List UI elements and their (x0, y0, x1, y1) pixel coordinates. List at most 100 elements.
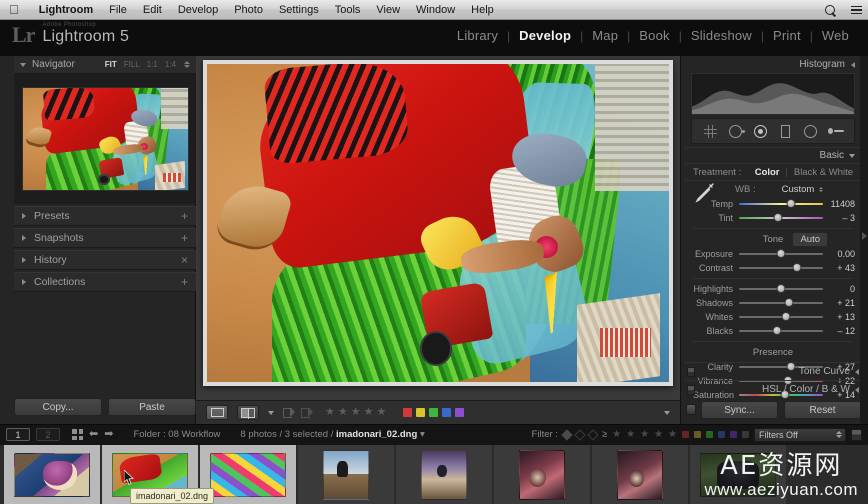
filmstrip-thumb-6[interactable] (494, 445, 590, 504)
slider-exposure[interactable]: Exposure 0.00 (685, 247, 861, 261)
exposure-value[interactable]: 0.00 (823, 249, 855, 259)
identity-plate[interactable]: Lr Adobe Photoshop Lightroom 5 (12, 22, 129, 48)
filmstrip-thumb-4[interactable] (298, 445, 394, 504)
navigator-preview[interactable] (14, 74, 196, 204)
filmstrip-thumb-1[interactable] (4, 445, 100, 504)
toolbar-chevron-down-icon[interactable] (664, 410, 670, 415)
graduated-filter-icon[interactable] (778, 123, 794, 139)
main-photo[interactable] (203, 60, 673, 386)
color-label-yellow[interactable] (416, 408, 426, 417)
treatment-color[interactable]: Color (755, 167, 780, 178)
star-3[interactable]: ★ (351, 407, 361, 418)
zoom-stepper[interactable] (184, 61, 190, 68)
module-slideshow[interactable]: Slideshow (682, 28, 761, 43)
filter-color-blue[interactable] (718, 431, 725, 438)
sidebar-item-snapshots[interactable]: Snapshots + (14, 228, 196, 248)
filter-star-1[interactable]: ★ (612, 429, 621, 440)
slider-whites[interactable]: Whites + 13 (685, 310, 861, 324)
menu-edit[interactable]: Edit (135, 0, 170, 20)
filmstrip-thumb-8[interactable] (690, 445, 786, 504)
star-4[interactable]: ★ (364, 407, 374, 418)
module-develop[interactable]: Develop (510, 28, 580, 43)
flag-pick-icon[interactable] (283, 407, 295, 418)
zoom-fill[interactable]: FILL (124, 60, 140, 69)
star-2[interactable]: ★ (338, 407, 348, 418)
loupe-view-button[interactable] (206, 405, 228, 420)
menu-help[interactable]: Help (463, 0, 502, 20)
arrow-left-icon[interactable]: ⬅ (89, 429, 98, 440)
wb-stepper[interactable] (819, 186, 824, 192)
spot-removal-icon[interactable] (728, 123, 745, 139)
color-label-green[interactable] (429, 408, 439, 417)
search-icon[interactable] (824, 4, 837, 17)
flag-reject-icon[interactable] (301, 407, 313, 418)
tone-curve-switch-icon[interactable] (687, 367, 695, 377)
flag-unflagged-filter-icon[interactable] (574, 428, 586, 441)
filmstrip-thumb-7[interactable] (592, 445, 688, 504)
menu-tools[interactable]: Tools (327, 0, 369, 20)
filter-color-red[interactable] (682, 431, 689, 438)
flag-reject-filter-icon[interactable] (587, 428, 599, 441)
crop-overlay-icon[interactable] (703, 123, 719, 139)
menu-file[interactable]: File (101, 0, 135, 20)
filter-lock-icon[interactable] (851, 428, 862, 441)
module-book[interactable]: Book (630, 28, 678, 43)
menu-window[interactable]: Window (408, 0, 463, 20)
filter-star-5[interactable]: ★ (668, 429, 677, 440)
history-clear-icon[interactable]: × (181, 254, 188, 266)
slider-highlights[interactable]: Highlights 0 (685, 282, 861, 296)
hsl-color-bw-header[interactable]: HSL / Color / B & W (685, 380, 865, 398)
sidebar-item-collections[interactable]: Collections + (14, 272, 196, 292)
star-rating[interactable]: ★ ★ ★ ★ ★ (325, 407, 386, 418)
before-after-button[interactable] (237, 405, 259, 420)
filter-color-green[interactable] (706, 431, 713, 438)
filter-color-purple[interactable] (730, 431, 737, 438)
chevron-down-icon[interactable]: ▾ (420, 429, 425, 440)
module-library[interactable]: Library (448, 28, 507, 43)
zoom-fit[interactable]: FIT (105, 60, 117, 69)
red-eye-icon[interactable] (753, 123, 769, 139)
histogram-header[interactable]: Histogram (685, 56, 861, 73)
folder-label[interactable]: Folder : 08 Workflow (133, 429, 220, 440)
sidebar-item-history[interactable]: History × (14, 250, 196, 270)
filter-star-4[interactable]: ★ (654, 429, 663, 440)
menu-develop[interactable]: Develop (170, 0, 226, 20)
list-icon[interactable] (849, 4, 862, 17)
filter-star-3[interactable]: ★ (640, 429, 649, 440)
color-label-purple[interactable] (455, 408, 465, 417)
star-5[interactable]: ★ (377, 407, 387, 418)
arrow-right-icon[interactable]: ➡ (104, 429, 113, 440)
module-web[interactable]: Web (813, 28, 858, 43)
module-map[interactable]: Map (583, 28, 627, 43)
sync-button[interactable]: Sync... (701, 401, 778, 419)
filter-color-yellow[interactable] (694, 431, 701, 438)
adjustment-brush-icon[interactable] (827, 123, 844, 139)
module-print[interactable]: Print (764, 28, 810, 43)
slider-blacks[interactable]: Blacks – 12 (685, 324, 861, 338)
reset-button[interactable]: Reset (784, 401, 861, 419)
filter-color-none[interactable] (742, 431, 749, 438)
paste-button[interactable]: Paste (108, 398, 196, 416)
slider-contrast[interactable]: Contrast + 43 (685, 261, 861, 275)
collections-add-icon[interactable]: + (181, 276, 188, 288)
wb-value[interactable]: Custom (782, 184, 815, 195)
flag-pick-filter-icon[interactable] (561, 428, 573, 441)
copy-button[interactable]: Copy... (14, 398, 102, 416)
grid-view-icon[interactable] (72, 429, 83, 440)
white-balance-selector-icon[interactable] (693, 180, 717, 204)
filter-star-2[interactable]: ★ (626, 429, 635, 440)
menu-settings[interactable]: Settings (271, 0, 327, 20)
tone-auto-button[interactable]: Auto (793, 233, 827, 246)
radial-filter-icon[interactable] (803, 123, 819, 139)
screen-2-button[interactable]: 2 (36, 428, 60, 441)
menu-photo[interactable]: Photo (226, 0, 271, 20)
temp-value[interactable]: 11408 (823, 199, 855, 209)
tone-curve-header[interactable]: Tone Curve (685, 362, 865, 380)
slider-shadows[interactable]: Shadows + 21 (685, 296, 861, 310)
menu-lightroom[interactable]: Lightroom (31, 0, 101, 20)
color-label-blue[interactable] (442, 408, 452, 417)
filmstrip-thumb-3[interactable] (200, 445, 296, 504)
zoom-1-1[interactable]: 1:1 (147, 60, 158, 69)
tint-value[interactable]: – 3 (823, 213, 855, 223)
contrast-value[interactable]: + 43 (823, 263, 855, 273)
